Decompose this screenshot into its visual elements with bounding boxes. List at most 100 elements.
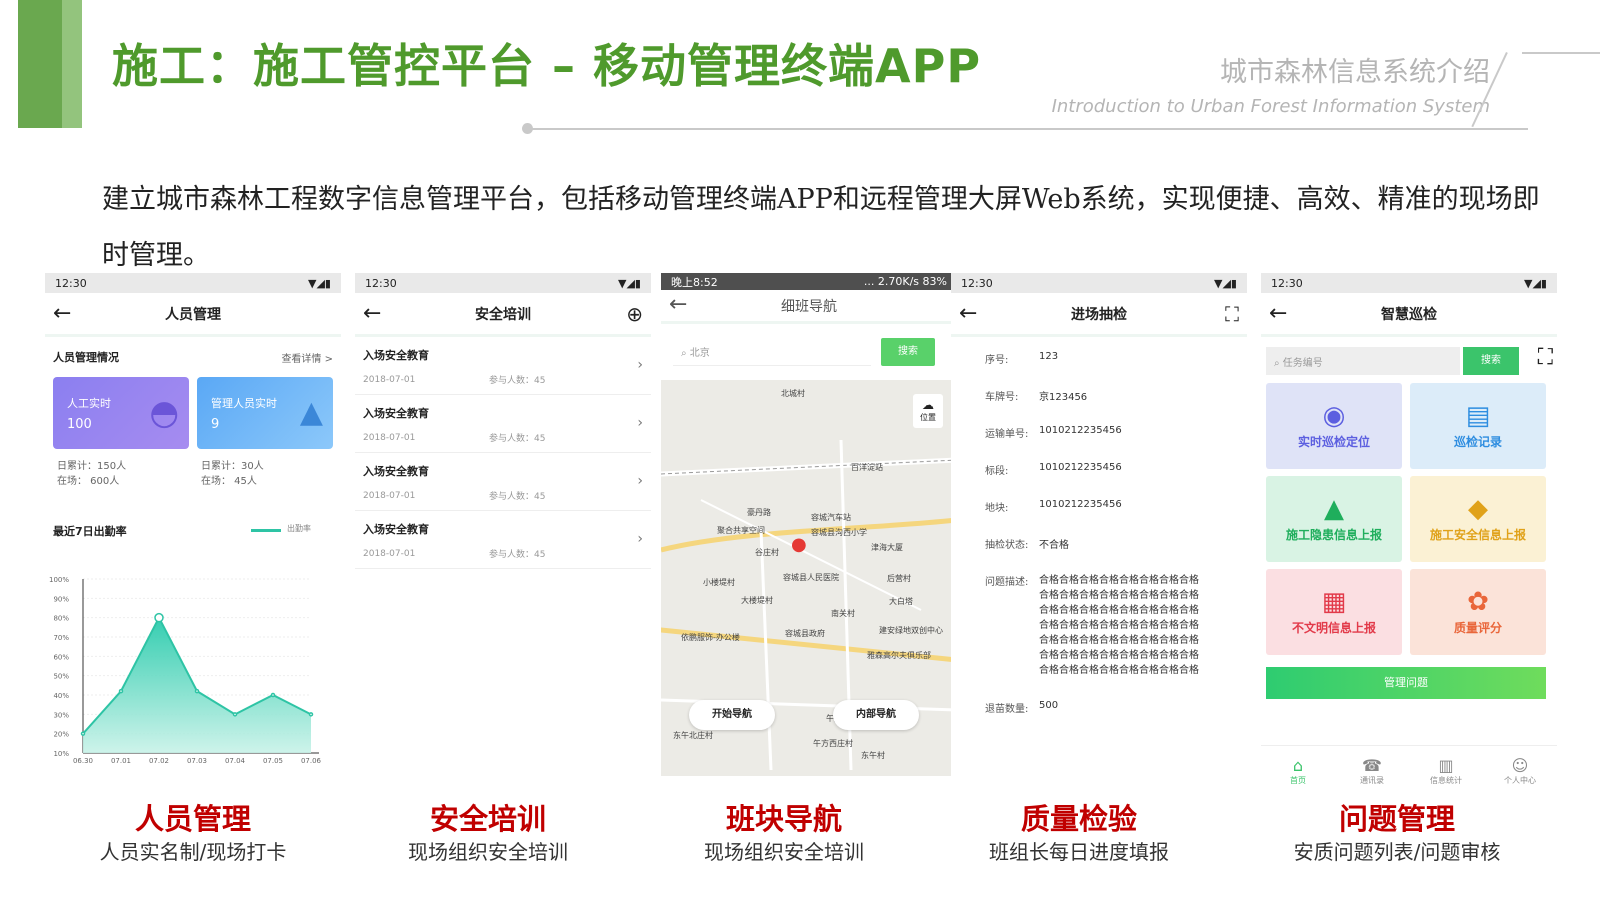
scan-icon[interactable]: ⛶ — [1225, 302, 1239, 326]
patrol-tile[interactable]: ◉ 实时巡检定位 — [1266, 383, 1402, 469]
tile-label: 不文明信息上报 — [1291, 621, 1376, 635]
data-point — [270, 692, 276, 698]
search-input[interactable]: ⌕ 北京 — [673, 336, 871, 366]
item-title: 入场安全教育 — [363, 407, 429, 420]
start-nav-button[interactable]: 开始导航 — [689, 700, 775, 730]
tab-profile[interactable]: ☺ 个人中心 — [1483, 756, 1557, 786]
worker-onsite: 在场： 600人 — [57, 476, 120, 487]
manage-issues-button[interactable]: 管理问题 — [1266, 667, 1546, 699]
map-view[interactable]: ⌕ 北京 搜索 北城村 百洋淀站 豪丹路 容城汽车站 聚合共享空间 容城县沟西小学 谷庄村 津… — [661, 324, 957, 774]
status-time: 12:30 — [961, 276, 993, 290]
caption-subtitle: 人员实名制/现场打卡 — [99, 840, 287, 864]
field-value: 1010212235456 — [1039, 425, 1122, 436]
legend-swatch — [251, 529, 281, 532]
cloud-upload-icon: ☁ — [922, 398, 934, 412]
search-button[interactable]: 搜索 — [1463, 347, 1519, 375]
field-label: 退苗数量: — [985, 704, 1029, 715]
trash-icon: ▦ — [1321, 587, 1347, 617]
field-row: 抽检状态: 不合格 — [985, 536, 1247, 551]
scan-icon[interactable]: ⛶ — [1538, 345, 1553, 370]
inner-nav-button[interactable]: 内部导航 — [833, 700, 919, 730]
screen-title: 安全培训 — [475, 306, 531, 323]
inspection-form: 序号: 123 车牌号: 京123456 运输单号: 1010212235456 标段… — [951, 337, 1247, 715]
field-row: 问题描述: 合格合格合格合格合格合格合格合格合格合格合格合格合格合格合格合格合格合… — [985, 573, 1247, 678]
chevron-right-icon: › — [637, 357, 643, 373]
caption-title: 安全培训 — [429, 802, 546, 836]
status-time: 12:30 — [1271, 276, 1303, 290]
y-tick-label: 80% — [53, 615, 69, 623]
tab-contacts[interactable]: ☎ 通讯录 — [1335, 756, 1409, 786]
field-row: 运输单号: 1010212235456 — [985, 425, 1247, 440]
item-count: 参与人数：45 — [489, 376, 546, 386]
back-arrow-icon[interactable]: ← — [53, 301, 71, 326]
x-tick-label: 07.06 — [301, 757, 322, 765]
bar-chart-icon: ▥ — [1438, 756, 1454, 775]
map-place-label: 容城县沟西小学 — [811, 528, 867, 537]
series-area — [83, 617, 311, 753]
add-icon[interactable]: ⊕ — [626, 302, 643, 326]
list-item[interactable]: 入场安全教育 2018-07-01 参与人数：45 › — [355, 453, 651, 511]
status-time: 晚上8:52 — [671, 275, 718, 289]
back-arrow-icon[interactable]: ← — [669, 292, 687, 317]
patrol-tile[interactable]: ✿ 质量评分 — [1410, 569, 1546, 655]
status-time: 12:30 — [365, 276, 397, 290]
field-row: 退苗数量: 500 — [985, 700, 1247, 715]
clipboard-icon: ▤ — [1465, 401, 1491, 431]
section-title: 人员管理情况 — [53, 351, 119, 364]
back-arrow-icon[interactable]: ← — [363, 301, 381, 326]
y-tick-label: 10% — [53, 750, 69, 758]
list-item[interactable]: 入场安全教育 2018-07-01 参与人数：45 › — [355, 511, 651, 569]
y-tick-label: 100% — [49, 576, 69, 584]
location-button[interactable]: ☁ 位置 — [913, 394, 943, 428]
worker-card[interactable]: 人工实时 100 ◓ — [53, 377, 189, 449]
caption-issues: 问题管理 安质问题列表/问题审核 — [1249, 800, 1545, 866]
x-tick-label: 07.03 — [187, 757, 207, 765]
map-place-label: 容城县政府 — [785, 629, 825, 638]
field-value: 123 — [1039, 351, 1059, 362]
y-tick-label: 50% — [53, 673, 69, 681]
caption-personnel: 人员管理 人员实名制/现场打卡 — [45, 800, 341, 866]
tab-home[interactable]: ⌂ 首页 — [1261, 756, 1335, 786]
intro-text: 建立城市森林工程数字信息管理平台，包括移动管理终端APP和远程管理大屏Web系统… — [102, 184, 1540, 271]
back-arrow-icon[interactable]: ← — [1269, 301, 1287, 326]
list-item[interactable]: 入场安全教育 2018-07-01 参与人数：45 › — [355, 395, 651, 453]
field-value: 1010212235456 — [1039, 462, 1122, 473]
status-bar: 12:30 ▼◢▮ — [1261, 273, 1557, 293]
field-row: 标段: 1010212235456 — [985, 462, 1247, 477]
patrol-tile[interactable]: ▲ 施工隐患信息上报 — [1266, 476, 1402, 562]
nav-bar: ← 人员管理 — [45, 293, 341, 337]
caption-training: 安全培训 现场组织安全培训 — [340, 800, 636, 866]
task-search-input[interactable]: ⌕ 任务编号 — [1266, 347, 1460, 375]
training-list: 入场安全教育 2018-07-01 参与人数：45 › 入场安全教育 2018-… — [355, 337, 651, 569]
map-place-label: 谷庄村 — [755, 548, 779, 557]
location-label: 位置 — [920, 413, 936, 422]
screen-title: 细班导航 — [781, 298, 837, 315]
caption-subtitle: 安质问题列表/问题审核 — [1293, 840, 1501, 864]
bottom-tab-bar: ⌂ 首页 ☎ 通讯录 ▥ 信息统计 ☺ 个人中心 — [1261, 745, 1557, 787]
list-item[interactable]: 入场安全教育 2018-07-01 参与人数：45 › — [355, 337, 651, 395]
back-arrow-icon[interactable]: ← — [959, 301, 977, 326]
divider-dot — [522, 123, 533, 134]
attendance-chart: 100% 90% 80% 70% 60% 50% 40% 30% 20% 10% 06.30 07.0… — [49, 576, 322, 765]
data-point — [154, 612, 164, 623]
field-label: 运输单号: — [985, 429, 1029, 440]
shield-icon: ◆ — [1468, 494, 1488, 524]
manager-card[interactable]: 管理人员实时 9 ▲ — [197, 377, 333, 449]
y-tick-label: 40% — [53, 692, 69, 700]
patrol-tile[interactable]: ▤ 巡检记录 — [1410, 383, 1546, 469]
network-speed: ... 2.70K/s — [863, 275, 920, 288]
tab-stats[interactable]: ▥ 信息统计 — [1409, 756, 1483, 786]
nav-bar: ← 安全培训 ⊕ — [355, 293, 651, 337]
y-tick-label: 70% — [53, 634, 69, 642]
x-tick-label: 07.02 — [149, 757, 169, 765]
caption-subtitle: 现场组织安全培训 — [408, 840, 568, 864]
search-button[interactable]: 搜索 — [881, 338, 935, 366]
detail-link[interactable]: 查看详情 > — [281, 350, 333, 365]
signal-icon: ▼◢▮ — [1214, 276, 1237, 290]
x-tick-label: 07.05 — [263, 757, 283, 765]
map-place-label: 东午村 — [861, 751, 885, 760]
patrol-tile[interactable]: ◆ 施工安全信息上报 — [1410, 476, 1546, 562]
field-label: 抽检状态: — [985, 540, 1029, 551]
patrol-tile[interactable]: ▦ 不文明信息上报 — [1266, 569, 1402, 655]
signal-icon: ▼◢▮ — [618, 276, 641, 290]
